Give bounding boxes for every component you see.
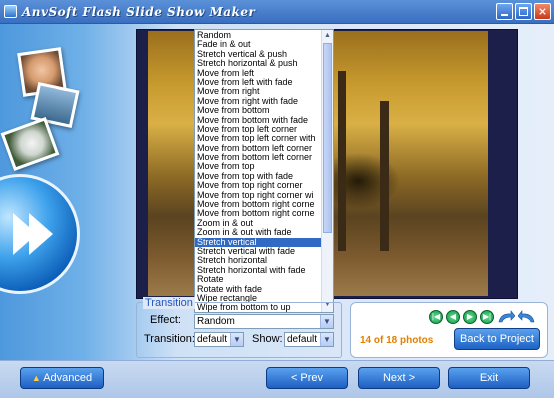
- effect-option[interactable]: Move from left with fade: [195, 78, 322, 87]
- effect-option[interactable]: Move from top left corner with: [195, 134, 322, 143]
- back-to-project-button[interactable]: Back to Project: [454, 328, 540, 350]
- maximize-icon: [519, 7, 528, 16]
- panda-photo: [0, 116, 60, 172]
- effect-option[interactable]: Move from top: [195, 162, 322, 171]
- effect-option[interactable]: Stretch vertical: [195, 237, 322, 247]
- show-label: Show:: [252, 333, 283, 345]
- effect-option[interactable]: Rotate: [195, 275, 322, 284]
- prev-button[interactable]: < Prev: [266, 367, 348, 389]
- left-decoration: [0, 24, 130, 360]
- effect-option[interactable]: Stretch horizontal: [195, 256, 322, 265]
- effect-option[interactable]: Move from bottom: [195, 106, 322, 115]
- effect-option[interactable]: Stretch vertical & push: [195, 50, 322, 59]
- effect-option[interactable]: Stretch horizontal & push: [195, 59, 322, 68]
- close-button[interactable]: ×: [534, 3, 551, 20]
- advanced-button[interactable]: ▲ Advanced: [20, 367, 104, 389]
- app-icon: [4, 5, 17, 18]
- warning-icon: ▲: [31, 373, 41, 383]
- effect-option[interactable]: Random: [195, 31, 322, 40]
- transition-group: Transition: [136, 297, 342, 358]
- chevron-down-icon[interactable]: ▼: [320, 333, 333, 346]
- minimize-button[interactable]: [496, 3, 513, 20]
- rotate-right-icon[interactable]: [518, 310, 536, 324]
- transition-select[interactable]: default ▼: [194, 332, 244, 347]
- effect-option[interactable]: Move from bottom with fade: [195, 116, 322, 125]
- next-button[interactable]: Next >: [358, 367, 440, 389]
- next-photo-icon[interactable]: ▶: [463, 310, 477, 324]
- exit-button[interactable]: Exit: [448, 367, 530, 389]
- effect-option[interactable]: Rotate with fade: [195, 285, 322, 294]
- double-arrow-icon: [13, 213, 53, 255]
- effect-option[interactable]: Zoom in & out with fade: [195, 228, 322, 237]
- effect-option[interactable]: Stretch horizontal with fade: [195, 266, 322, 275]
- title-bar: AnvSoft Flash Slide Show Maker ×: [0, 0, 554, 24]
- chevron-down-icon[interactable]: ▼: [320, 315, 333, 328]
- photo-count: 14 of 18 photos: [360, 335, 434, 346]
- minimize-icon: [501, 14, 508, 16]
- chevron-down-icon[interactable]: ▼: [230, 333, 243, 346]
- effect-select-value: Random: [197, 316, 235, 327]
- effect-option[interactable]: Move from right with fade: [195, 97, 322, 106]
- effect-option[interactable]: Move from bottom right corne: [195, 209, 322, 218]
- rotate-left-icon[interactable]: [497, 310, 515, 324]
- transition-label: Transition:: [144, 333, 195, 345]
- play-logo-icon: [0, 174, 80, 294]
- list-scrollbar[interactable]: ▲ ▼: [321, 30, 333, 312]
- effect-option[interactable]: Move from top right corner wi: [195, 191, 322, 200]
- prev-photo-icon[interactable]: ◀: [446, 310, 460, 324]
- transition-legend: Transition: [143, 297, 195, 309]
- tree-trunk: [380, 101, 389, 251]
- transition-select-value: default: [197, 334, 228, 345]
- last-photo-icon[interactable]: ▶|: [480, 310, 494, 324]
- effect-option[interactable]: Zoom in & out: [195, 219, 322, 228]
- effect-option[interactable]: Move from bottom left corner: [195, 144, 322, 153]
- effect-option[interactable]: Fade in & out: [195, 40, 322, 49]
- close-icon: ×: [537, 5, 548, 18]
- first-photo-icon[interactable]: |◀: [429, 310, 443, 324]
- effect-option[interactable]: Move from top right corner: [195, 181, 322, 190]
- scroll-thumb[interactable]: [323, 43, 332, 233]
- effect-dropdown-list[interactable]: Random Fade in & out Stretch vertical & pu…: [194, 29, 334, 313]
- effect-select[interactable]: Random ▼: [194, 314, 334, 329]
- scroll-up-icon[interactable]: ▲: [323, 31, 332, 41]
- effect-option[interactable]: Move from bottom left corner: [195, 153, 322, 162]
- effect-items: Random Fade in & out Stretch vertical & pu…: [195, 31, 322, 312]
- show-select[interactable]: default ▼: [284, 332, 334, 347]
- tree-trunk: [338, 71, 346, 251]
- window-title: AnvSoft Flash Slide Show Maker: [22, 5, 256, 19]
- maximize-button[interactable]: [515, 3, 532, 20]
- effect-option[interactable]: Stretch vertical with fade: [195, 247, 322, 256]
- effect-option[interactable]: Move from top with fade: [195, 172, 322, 181]
- effect-option[interactable]: Move from right: [195, 87, 322, 96]
- effect-option[interactable]: Move from left: [195, 69, 322, 78]
- effect-option[interactable]: Move from bottom right corne: [195, 200, 322, 209]
- effect-option[interactable]: Move from top left corner: [195, 125, 322, 134]
- show-select-value: default: [287, 334, 318, 345]
- effect-label: Effect:: [150, 314, 181, 326]
- advanced-label: Advanced: [43, 372, 93, 384]
